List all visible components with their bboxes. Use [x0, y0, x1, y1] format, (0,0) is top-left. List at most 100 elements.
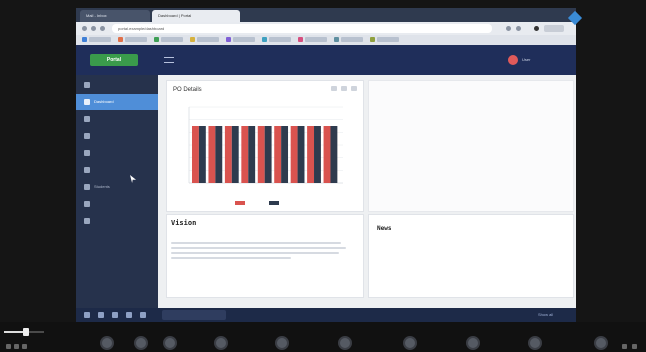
extension-icon[interactable]	[506, 26, 511, 31]
bookmark-label[interactable]	[341, 37, 363, 42]
more-button[interactable]	[528, 336, 542, 350]
sidebar-item[interactable]	[76, 145, 158, 161]
sidebar-item[interactable]: Students	[76, 179, 158, 195]
bookmark-icon[interactable]	[262, 37, 267, 42]
sidebar-item-icon	[84, 150, 90, 156]
po-bar-chart	[188, 106, 343, 205]
grid-view-icon[interactable]	[6, 344, 11, 349]
chart-tool-button[interactable]	[341, 86, 347, 91]
show-all-downloads[interactable]: Show all	[538, 310, 570, 320]
bookmark-icon[interactable]	[82, 37, 87, 42]
avatar[interactable]	[508, 55, 518, 65]
camera-button[interactable]	[100, 336, 114, 350]
share-button[interactable]	[163, 336, 177, 350]
taskbar-app-icon[interactable]	[140, 312, 146, 318]
sidebar-item[interactable]	[76, 128, 158, 144]
chart-bar	[264, 126, 272, 183]
chart-bar	[231, 126, 239, 183]
settings-button[interactable]	[466, 336, 480, 350]
url-field[interactable]: portal.example/dashboard	[112, 24, 492, 33]
bookmark-icon[interactable]	[370, 37, 375, 42]
taskbar-app-icon[interactable]	[112, 312, 118, 318]
sidebar-item-label	[94, 162, 154, 178]
bookmark-icon[interactable]	[226, 37, 231, 42]
chart-bar	[274, 126, 282, 183]
browser-tab[interactable]: Mail - Inbox	[80, 10, 150, 22]
chart-tool-button[interactable]	[351, 86, 357, 91]
shared-screen: Mail - Inbox Dashboard | Portal portal.e…	[76, 8, 576, 322]
chart-tool-button[interactable]	[331, 86, 337, 91]
meeting-recording-view: Mail - Inbox Dashboard | Portal portal.e…	[0, 0, 646, 352]
bookmark-label[interactable]	[305, 37, 327, 42]
chart-bar	[297, 126, 305, 183]
expand-icon[interactable]	[632, 344, 637, 349]
bookmark-icon[interactable]	[190, 37, 195, 42]
sidebar-item[interactable]	[76, 196, 158, 212]
bookmark-label[interactable]	[269, 37, 291, 42]
address-bar-row: portal.example/dashboard	[76, 22, 576, 35]
taskbar-app-icon[interactable]	[126, 312, 132, 318]
chart-bar	[281, 126, 289, 183]
chart-bar	[192, 126, 199, 183]
leave-button[interactable]	[594, 336, 608, 350]
vision-text-line	[171, 252, 339, 254]
bookmark-icon[interactable]	[118, 37, 123, 42]
close-icon[interactable]	[22, 344, 27, 349]
overlay-menu-item[interactable]	[592, 52, 640, 62]
sidebar-item[interactable]	[76, 213, 158, 229]
bookmark-label[interactable]	[125, 37, 147, 42]
browser-tab-bar: Mail - Inbox Dashboard | Portal	[76, 8, 576, 22]
sidebar-item-icon	[84, 99, 90, 105]
bookmark-label[interactable]	[377, 37, 399, 42]
progress-track[interactable]	[4, 328, 44, 336]
page-footer	[158, 300, 576, 308]
taskbar-app-icon[interactable]	[98, 312, 104, 318]
progress-handle[interactable]	[23, 328, 29, 336]
right-panel	[368, 80, 574, 212]
reload-icon[interactable]	[100, 26, 105, 31]
chart-legend-swatch	[269, 201, 279, 205]
vision-section: Vision	[166, 214, 364, 298]
overlay-menu-item[interactable]	[592, 28, 640, 38]
start-icon[interactable]	[84, 312, 90, 318]
extension-icon[interactable]	[516, 26, 521, 31]
chart-legend-swatch	[235, 201, 245, 205]
sidebar-item[interactable]	[76, 162, 158, 178]
sidebar-item-icon	[84, 82, 90, 88]
bookmark-label[interactable]	[161, 37, 183, 42]
bookmark-label[interactable]	[89, 37, 111, 42]
profile-button[interactable]	[544, 25, 564, 32]
fullscreen-icon[interactable]	[622, 344, 627, 349]
mic-button[interactable]	[134, 336, 148, 350]
app-logo[interactable]: Portal	[90, 54, 138, 66]
bookmark-label[interactable]	[197, 37, 219, 42]
bookmark-label[interactable]	[233, 37, 255, 42]
user-name[interactable]: User	[522, 56, 562, 64]
chart-bar	[330, 126, 338, 183]
overlay-menu-item[interactable]	[592, 40, 640, 50]
menu-toggle-icon[interactable]	[164, 57, 174, 63]
bookmark-icon[interactable]	[298, 37, 303, 42]
sidebar-item[interactable]: Dashboard	[76, 94, 158, 110]
chart-bar	[224, 126, 232, 183]
sidebar-item-icon	[84, 201, 90, 207]
chat-button[interactable]	[338, 336, 352, 350]
forward-icon[interactable]	[91, 26, 96, 31]
sidebar-item[interactable]	[76, 111, 158, 127]
chart-bar	[248, 126, 256, 183]
bookmark-icon[interactable]	[154, 37, 159, 42]
sidebar-item[interactable]	[76, 77, 158, 93]
reactions-button[interactable]	[214, 336, 228, 350]
download-item[interactable]	[162, 310, 226, 320]
sidebar-item-icon	[84, 184, 90, 190]
record-button[interactable]	[403, 336, 417, 350]
overlay-menu-item[interactable]	[592, 16, 640, 26]
participants-button[interactable]	[275, 336, 289, 350]
back-icon[interactable]	[82, 26, 87, 31]
speaker-view-icon[interactable]	[14, 344, 19, 349]
browser-tab-active[interactable]: Dashboard | Portal	[152, 10, 240, 22]
chart-bar	[314, 126, 321, 183]
profile-icon[interactable]	[534, 26, 539, 31]
bookmark-icon[interactable]	[334, 37, 339, 42]
vision-text-line	[171, 242, 341, 244]
